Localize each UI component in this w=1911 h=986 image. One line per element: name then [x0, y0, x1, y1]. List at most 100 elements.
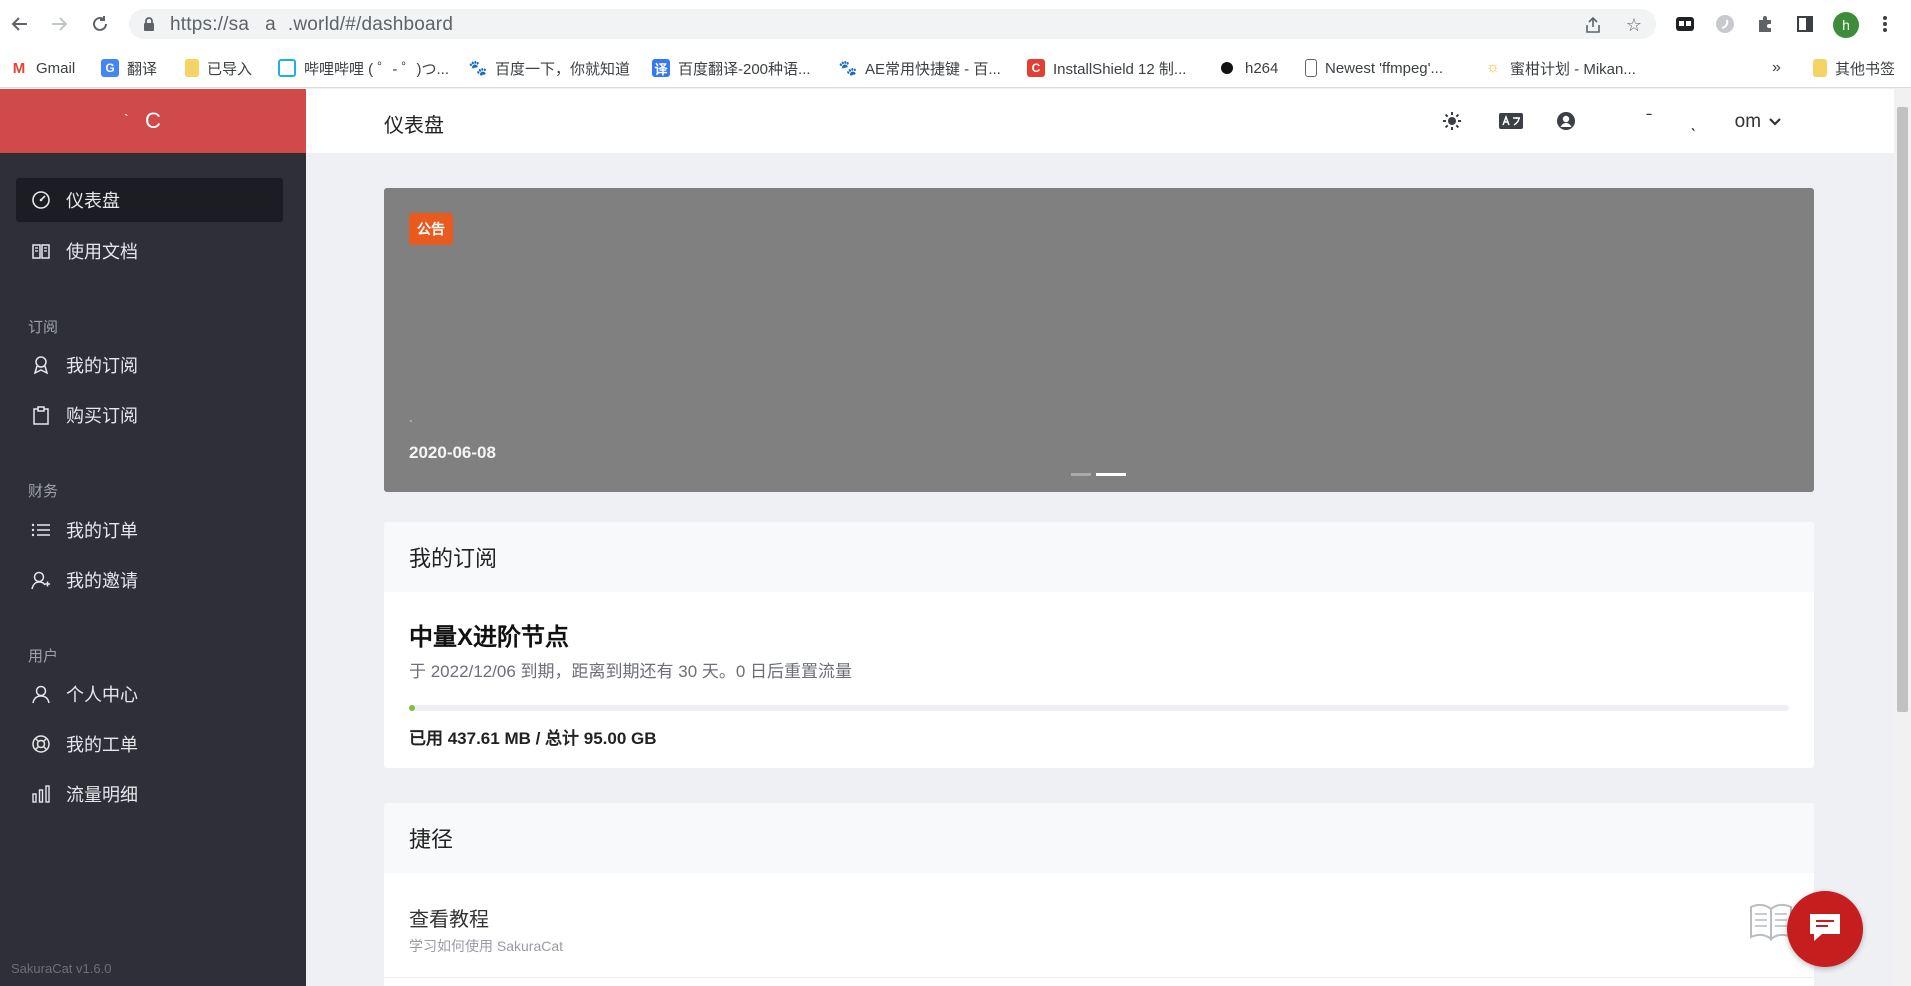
chat-support-button[interactable] [1787, 891, 1863, 967]
bookmark-h264[interactable]: h264 [1221, 57, 1278, 79]
profile-avatar[interactable]: h [1833, 12, 1859, 38]
lock-icon [143, 17, 155, 36]
traffic-progress-bar [409, 705, 1789, 711]
app-version: SakuraCat v1.6.0 [11, 961, 112, 976]
sidebar-item-buy-subscription[interactable]: 购买订阅 [16, 393, 283, 437]
sidebar-item-dashboard[interactable]: 仪表盘 [16, 178, 283, 222]
plan-name: 中量X进阶节点 [409, 624, 570, 651]
extension-tab-icon[interactable] [1673, 12, 1697, 36]
bookmark-label: 哔哩哔哩 ( ゜- ゜)つ... [304, 60, 449, 78]
sidebar-item-label: 我的订单 [66, 521, 138, 541]
share-icon[interactable] [1582, 14, 1604, 36]
url-text: https://sa a .world/#/dashboard [170, 14, 454, 35]
sidebar-item-label: 个人中心 [66, 685, 138, 705]
bookmark-ffmpeg[interactable]: Newest 'ffmpeg'... [1305, 57, 1443, 79]
sidebar-item-my-orders[interactable]: 我的订单 [16, 508, 283, 552]
bookmark-baidu[interactable]: 🐾 百度一下，你就知道 [469, 57, 630, 79]
announcement-date: 2020-06-08 [409, 443, 496, 462]
bookmark-label: 已导入 [207, 60, 253, 78]
extension-s-icon[interactable] [1713, 12, 1737, 36]
traffic-usage: 已用 437.61 MB / 总计 95.00 GB [409, 729, 657, 748]
sidebar-item-label: 我的邀请 [66, 571, 138, 591]
scrollbar-thumb[interactable] [1897, 107, 1908, 712]
carousel-indicators [1071, 473, 1126, 476]
carousel-dot-active[interactable] [1096, 473, 1126, 476]
theme-toggle-icon[interactable] [1440, 109, 1464, 133]
bookmark-imported[interactable]: 已导入 [185, 57, 252, 79]
bookmark-ae-shortcuts[interactable]: 🐾 AE常用快捷键 - 百... [839, 57, 1001, 79]
bookmark-mikan[interactable]: ☼ 蜜柑计划 - Mikan... [1484, 57, 1636, 79]
address-bar[interactable]: https://sa a .world/#/dashboard ☆ [129, 9, 1656, 39]
bookmark-bilibili[interactable]: 哔哩哔哩 ( ゜- ゜)つ... [278, 57, 449, 79]
carousel-dot[interactable] [1071, 473, 1091, 476]
bookmark-baidu-translate[interactable]: 译 百度翻译-200种语... [652, 57, 811, 79]
shortcut-item-tutorial[interactable]: 查看教程 学习如何使用 SakuraCat [384, 873, 1814, 978]
account-icon[interactable] [1554, 109, 1578, 133]
mikan-icon: ☼ [1484, 59, 1502, 77]
stackoverflow-icon [1305, 59, 1317, 77]
plan-expiry: 于 2022/12/06 到期，距离到期还有 30 天。0 日后重置流量 [409, 662, 853, 681]
sidebar-item-label: 我的订阅 [66, 356, 138, 376]
bookmark-other[interactable]: 其他书签 [1813, 57, 1895, 79]
bookmark-label: h264 [1245, 59, 1279, 77]
sidebar-item-profile[interactable]: 个人中心 [16, 672, 283, 716]
language-icon[interactable] [1497, 109, 1525, 133]
back-icon[interactable] [8, 12, 32, 36]
subscription-card: 我的订阅 中量X进阶节点 于 2022/12/06 到期，距离到期还有 30 天… [384, 522, 1814, 768]
baidu-translate-icon: 译 [652, 59, 670, 77]
support-icon [30, 733, 52, 755]
bookmarks-bar: M Gmail G 翻译 已导入 哔哩哔哩 ( ゜- ゜)つ... 🐾 百度一下… [0, 48, 1911, 88]
user-email: ˉ ˎ om [1646, 111, 1762, 132]
forward-icon[interactable] [47, 12, 71, 36]
book-icon [30, 240, 52, 262]
bookmark-label: 百度一下，你就知道 [495, 60, 631, 78]
dashboard-icon [30, 189, 52, 211]
bookmark-label: Newest 'ffmpeg'... [1325, 59, 1444, 77]
user-icon [30, 683, 52, 705]
bookmark-label: InstallShield 12 制... [1053, 60, 1187, 78]
page-scrollbar[interactable] [1894, 89, 1911, 986]
page-title: 仪表盘 [384, 115, 444, 137]
bookmarks-overflow[interactable]: » [1772, 57, 1781, 79]
card-title: 我的订阅 [384, 522, 1814, 592]
puzzle-icon[interactable] [1753, 12, 1777, 36]
bookmark-label: Gmail [36, 59, 76, 77]
sidebar: ` C 仪表盘 使用文档 订阅 我的订阅 购买订阅 财务 我的订单 我的邀请 用… [0, 89, 306, 986]
sidebar-item-label: 购买订阅 [66, 406, 138, 426]
announcement-carousel[interactable]: 公告 ` 2020-06-08 [384, 188, 1814, 492]
brand-text: C [145, 108, 161, 133]
folder-icon [185, 59, 199, 77]
bookmark-gmail[interactable]: M Gmail [10, 57, 75, 79]
sidebar-heading-finance: 财务 [28, 483, 59, 500]
sidebar-item-traffic[interactable]: 流量明细 [16, 772, 283, 816]
bilibili-icon [278, 59, 296, 77]
bookmark-label: 百度翻译-200种语... [678, 60, 811, 78]
browser-toolbar: https://sa a .world/#/dashboard ☆ h [0, 0, 1911, 48]
sidebar-item-tickets[interactable]: 我的工单 [16, 722, 283, 766]
sidebar-item-docs[interactable]: 使用文档 [16, 229, 283, 273]
dot-icon [1221, 62, 1233, 74]
bookmark-label: AE常用快捷键 - 百... [865, 60, 1001, 78]
bookmark-installshield[interactable]: C InstallShield 12 制... [1027, 57, 1186, 79]
kebab-menu-icon[interactable] [1873, 12, 1897, 36]
sidebar-heading-subscription: 订阅 [28, 319, 59, 336]
bookmark-label: 翻译 [127, 60, 158, 78]
sidebar-item-label: 使用文档 [66, 242, 138, 262]
shortcut-title: 查看教程 [409, 909, 489, 931]
brand-logo[interactable]: ` C [0, 89, 306, 153]
sidebar-item-label: 仪表盘 [66, 191, 120, 211]
sidebar-item-my-subscription[interactable]: 我的订阅 [16, 343, 283, 387]
user-menu[interactable]: ˉ ˎ om [1646, 111, 1781, 133]
side-panel-icon[interactable] [1793, 12, 1817, 36]
sidebar-item-my-invites[interactable]: 我的邀请 [16, 558, 283, 602]
baidu-icon: 🐾 [468, 59, 488, 77]
bookmark-translate[interactable]: G 翻译 [101, 57, 157, 79]
bookmark-label: 蜜柑计划 - Mikan... [1510, 60, 1636, 78]
reload-icon[interactable] [88, 12, 112, 36]
card-title: 捷径 [384, 803, 1814, 873]
clipboard-icon [30, 404, 52, 426]
shortcut-subtitle: 学习如何使用 SakuraCat [409, 938, 564, 954]
invite-icon [30, 569, 52, 591]
page-header: 仪表盘 ˉ ˎ om [306, 89, 1894, 153]
star-icon[interactable]: ☆ [1623, 14, 1645, 36]
